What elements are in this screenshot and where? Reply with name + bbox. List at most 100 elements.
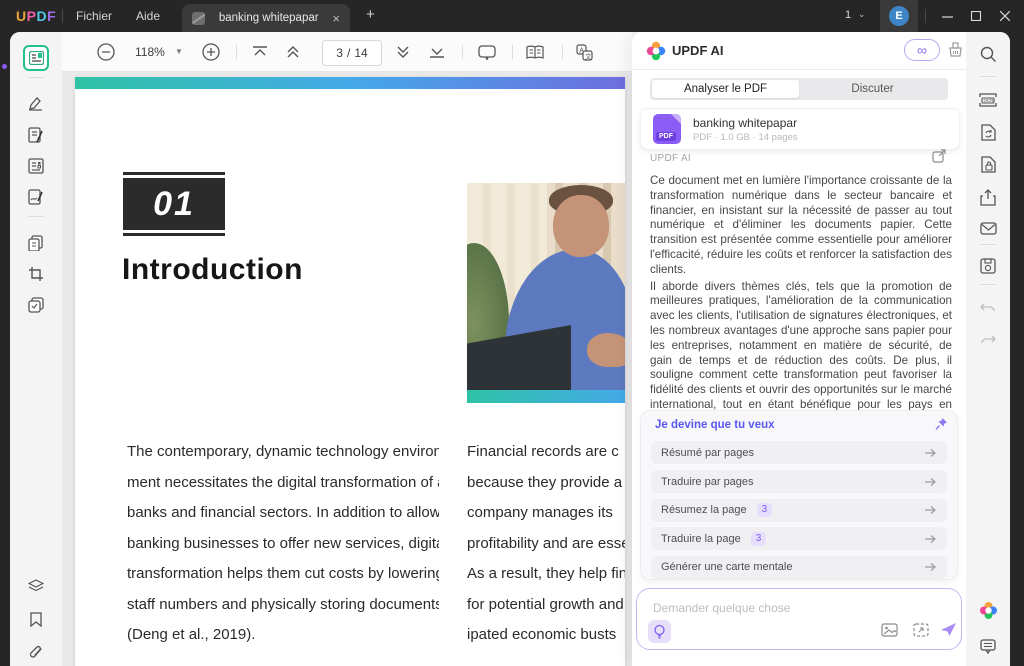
chevron-down-icon[interactable]: ▼ — [175, 47, 183, 56]
protect-icon[interactable] — [976, 152, 1000, 176]
chevron-down-icon[interactable]: ⌄ — [858, 9, 866, 20]
suggestion-translate-page[interactable]: Traduire la page 3 — [651, 527, 947, 550]
pdf-page[interactable]: 01 Introduction The contemporary, dynami… — [75, 77, 625, 666]
divider — [980, 76, 996, 77]
save-icon[interactable] — [976, 254, 1000, 278]
suggestion-mind-map[interactable]: Générer une carte mentale — [651, 556, 947, 579]
pin-icon[interactable] — [935, 417, 948, 431]
attachment-icon[interactable] — [23, 639, 49, 665]
stamp-icon[interactable] — [23, 292, 49, 318]
page-total: 14 — [354, 46, 367, 60]
translate-icon[interactable]: A文 — [572, 40, 596, 64]
photo-man-laptop — [467, 183, 625, 390]
tab-analyze-pdf[interactable]: Analyser le PDF — [652, 80, 799, 98]
send-icon[interactable] — [940, 622, 957, 637]
organize-pages-icon[interactable] — [23, 230, 49, 256]
title-bar: UPDF Fichier Aide banking whitepapar × +… — [0, 0, 1024, 32]
convert-icon[interactable] — [976, 120, 1000, 144]
account-button[interactable]: E — [880, 0, 918, 32]
suggestion-summarize-page[interactable]: Résumez la page 3 — [651, 499, 947, 522]
notification-dot — [2, 64, 7, 69]
updf-ai-shortcut-icon[interactable] — [976, 598, 1000, 622]
document-tab[interactable]: banking whitepapar × — [182, 4, 350, 32]
layers-icon[interactable] — [23, 573, 49, 599]
tab-close-icon[interactable]: × — [332, 12, 340, 25]
reader-mode-icon[interactable] — [23, 45, 49, 71]
suggestion-summary-by-pages[interactable]: Résumé par pages — [651, 441, 947, 464]
document-canvas[interactable]: 01 Introduction The contemporary, dynami… — [62, 72, 632, 666]
svg-text:文: 文 — [585, 51, 592, 60]
close-button[interactable] — [990, 0, 1020, 32]
form-icon[interactable] — [23, 153, 49, 179]
ai-panel-title: UPDF AI — [672, 43, 724, 58]
clear-chat-icon[interactable] — [948, 42, 963, 58]
prompt-ideas-button[interactable] — [648, 620, 671, 643]
zoom-in-icon[interactable] — [199, 40, 223, 64]
feedback-icon[interactable] — [976, 634, 1000, 658]
ai-input-box[interactable] — [636, 588, 962, 650]
undo-icon[interactable] — [976, 296, 1000, 320]
share-icon[interactable] — [976, 185, 1000, 209]
sign-icon[interactable] — [23, 184, 49, 210]
screenshot-icon[interactable] — [913, 623, 929, 637]
divider — [62, 9, 63, 23]
email-icon[interactable] — [976, 216, 1000, 240]
ai-prompt-input[interactable] — [651, 597, 935, 619]
updf-ai-flower-icon — [646, 41, 666, 61]
tab-chat[interactable]: Discuter — [799, 80, 946, 98]
crop-icon[interactable] — [23, 261, 49, 287]
suggestion-translate-by-pages[interactable]: Traduire par pages — [651, 470, 947, 493]
next-page-icon[interactable] — [391, 40, 415, 64]
previous-page-icon[interactable] — [281, 40, 305, 64]
export-icon[interactable] — [932, 149, 946, 163]
document-name: banking whitepapar — [693, 116, 797, 130]
arrow-right-icon — [924, 477, 937, 487]
document-card[interactable]: PDF banking whitepapar PDF · 1.0 GB · 14… — [640, 108, 960, 150]
unlimited-badge[interactable]: ∞ — [904, 39, 940, 61]
redo-icon[interactable] — [976, 328, 1000, 352]
tab-title: banking whitepapar — [205, 12, 332, 24]
ai-tabs: Analyser le PDF Discuter — [650, 78, 948, 100]
right-sidebar: OCR — [966, 32, 1010, 666]
divider — [980, 244, 996, 245]
divider — [462, 45, 463, 59]
page-number-input[interactable]: 3 / 14 — [322, 40, 382, 66]
first-page-icon[interactable] — [248, 40, 272, 64]
zoom-out-icon[interactable] — [94, 40, 118, 64]
section-title: Introduction — [122, 253, 303, 287]
divider — [28, 77, 44, 78]
divider — [980, 284, 996, 285]
presentation-icon[interactable] — [475, 40, 499, 64]
chapter-number-block: 01 — [123, 172, 225, 236]
suggestions-card: Je devine que tu veux Résumé par pages T… — [640, 410, 958, 580]
left-sidebar — [10, 32, 62, 666]
window-count[interactable]: 1 — [845, 9, 851, 21]
page-separator: / — [347, 46, 350, 60]
svg-text:OCR: OCR — [984, 98, 995, 103]
reading-mode-icon[interactable] — [523, 40, 547, 64]
app-window: 118% ▼ 3 / 14 A文 01 Introduction — [10, 32, 1010, 666]
arrow-right-icon — [924, 534, 937, 544]
new-tab-button[interactable]: + — [366, 6, 375, 23]
search-icon[interactable] — [976, 42, 1000, 66]
ocr-icon[interactable]: OCR — [976, 88, 1000, 112]
page-current: 3 — [336, 46, 343, 60]
annotate-icon[interactable] — [23, 90, 49, 116]
bookmark-icon[interactable] — [23, 606, 49, 632]
minimize-button[interactable] — [932, 0, 962, 32]
toolbar: 118% ▼ 3 / 14 A文 — [62, 32, 632, 72]
edit-pdf-icon[interactable] — [23, 122, 49, 148]
updf-logo: UPDF — [16, 8, 56, 24]
zoom-level[interactable]: 118% — [135, 45, 165, 59]
ai-panel-header: UPDF AI ∞ — [632, 32, 966, 70]
insert-image-icon[interactable] — [881, 623, 898, 637]
suggestions-header: Je devine que tu veux — [655, 419, 775, 431]
last-page-icon[interactable] — [425, 40, 449, 64]
arrow-right-icon — [924, 562, 937, 572]
menu-file[interactable]: Fichier — [76, 9, 112, 23]
divider — [562, 45, 563, 59]
maximize-button[interactable] — [961, 0, 991, 32]
body-text-left-column: The contemporary, dynamic technology env… — [127, 437, 439, 651]
menu-help[interactable]: Aide — [136, 9, 160, 23]
document-meta: PDF · 1.0 GB · 14 pages — [693, 132, 798, 143]
